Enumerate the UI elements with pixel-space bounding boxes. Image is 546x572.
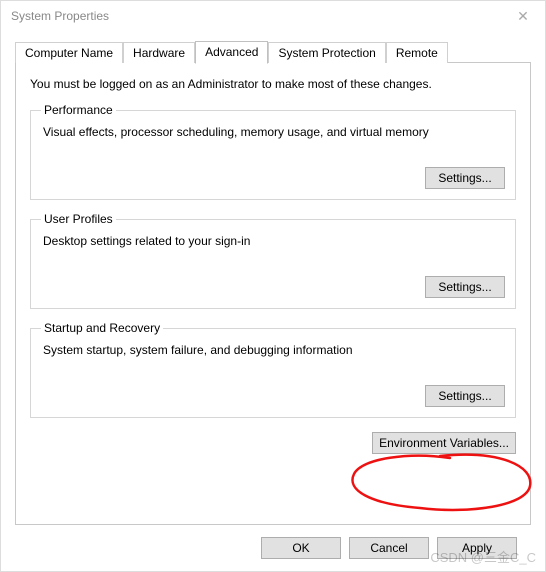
user-profiles-desc: Desktop settings related to your sign-in [43,234,505,248]
tab-advanced[interactable]: Advanced [195,41,268,64]
tab-remote[interactable]: Remote [386,42,448,63]
tab-strip: Computer Name Hardware Advanced System P… [15,41,531,63]
window-title: System Properties [11,9,109,23]
performance-settings-button[interactable]: Settings... [425,167,505,189]
group-startup-recovery: Startup and Recovery System startup, sys… [30,321,516,418]
tab-system-protection[interactable]: System Protection [268,42,385,63]
performance-desc: Visual effects, processor scheduling, me… [43,125,505,139]
user-profiles-settings-button[interactable]: Settings... [425,276,505,298]
group-startup-recovery-legend: Startup and Recovery [41,321,163,335]
group-performance: Performance Visual effects, processor sc… [30,103,516,200]
close-icon[interactable]: ✕ [501,1,545,31]
group-user-profiles-legend: User Profiles [41,212,116,226]
environment-variables-button[interactable]: Environment Variables... [372,432,516,454]
cancel-button[interactable]: Cancel [349,537,429,559]
group-performance-legend: Performance [41,103,116,117]
startup-recovery-desc: System startup, system failure, and debu… [43,343,505,357]
startup-recovery-settings-button[interactable]: Settings... [425,385,505,407]
dialog-button-row: OK Cancel Apply [15,525,531,559]
tab-computer-name[interactable]: Computer Name [15,42,123,63]
tab-hardware[interactable]: Hardware [123,42,195,63]
titlebar: System Properties ✕ [1,1,545,31]
group-user-profiles: User Profiles Desktop settings related t… [30,212,516,309]
system-properties-window: System Properties ✕ Computer Name Hardwa… [0,0,546,572]
tab-page-advanced: You must be logged on as an Administrato… [15,62,531,525]
apply-button[interactable]: Apply [437,537,517,559]
admin-note: You must be logged on as an Administrato… [30,77,516,91]
ok-button[interactable]: OK [261,537,341,559]
client-area: Computer Name Hardware Advanced System P… [1,31,545,571]
